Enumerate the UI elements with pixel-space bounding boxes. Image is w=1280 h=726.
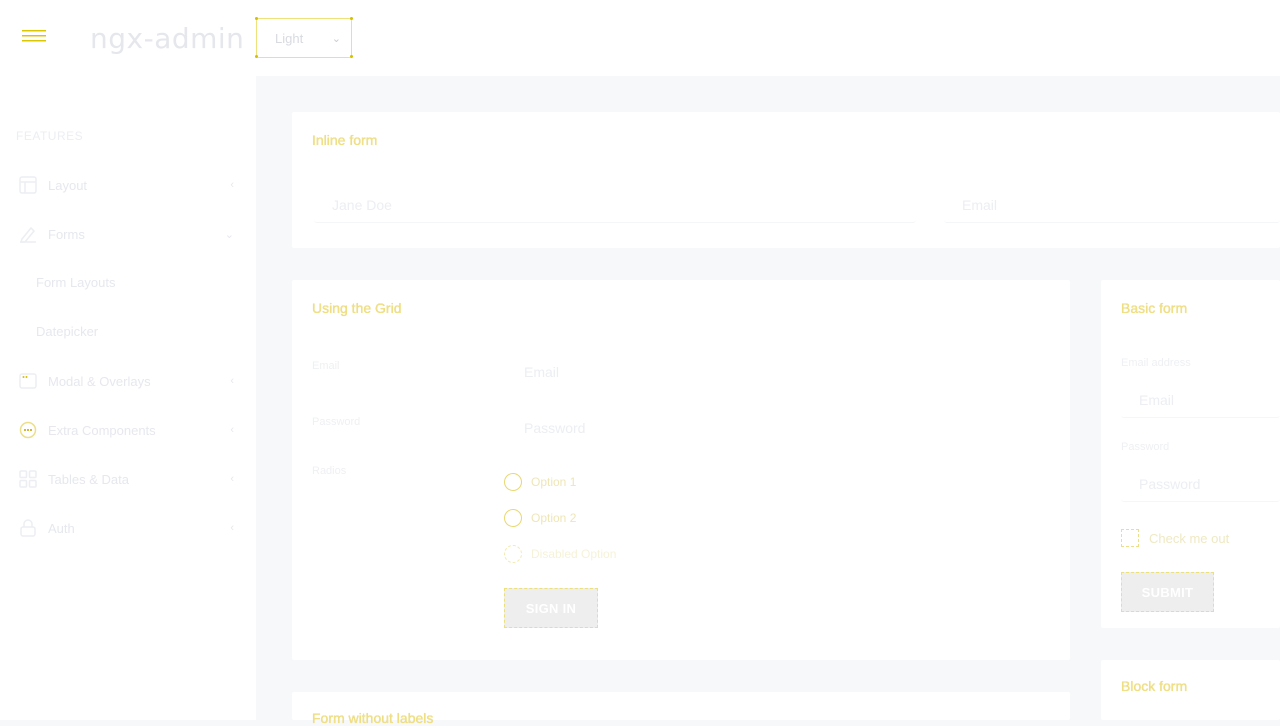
card-title: Inline form bbox=[312, 132, 378, 148]
sidebar-subitem-datepicker[interactable]: Datepicker bbox=[36, 324, 98, 339]
card-title: Using the Grid bbox=[312, 300, 402, 316]
radio-label: Disabled Option bbox=[531, 547, 617, 561]
lock-icon bbox=[18, 518, 38, 538]
checkbox-label: Check me out bbox=[1149, 530, 1230, 546]
radio-label: Option 2 bbox=[531, 511, 577, 525]
radio-circle bbox=[504, 509, 522, 527]
name-input[interactable]: Jane Doe bbox=[314, 187, 916, 223]
email-address-label: Email address bbox=[1121, 357, 1191, 369]
browser-icon bbox=[18, 371, 38, 391]
sidebar-item-layout[interactable]: Layout ‹ bbox=[0, 165, 256, 205]
focus-corner bbox=[255, 55, 258, 58]
sidebar-item-label: Forms bbox=[48, 226, 85, 242]
sidebar-item-forms[interactable]: Forms ⌄ bbox=[0, 214, 256, 254]
radios-label: Radios bbox=[312, 465, 347, 477]
menu-icon-bar bbox=[22, 35, 46, 37]
submit-button[interactable]: SUBMIT bbox=[1121, 572, 1214, 612]
sidebar-subitem-form-layouts[interactable]: Form Layouts bbox=[36, 275, 115, 290]
theme-select-value: Light bbox=[275, 30, 304, 46]
edit-icon bbox=[18, 224, 38, 244]
sidebar-item-label: Layout bbox=[48, 177, 88, 193]
sidebar-item-tables-data[interactable]: Tables & Data ‹ bbox=[0, 459, 256, 499]
email-label: Email bbox=[312, 360, 340, 372]
chevron-left-icon: ‹ bbox=[230, 424, 234, 436]
menu-toggle-button[interactable] bbox=[22, 30, 46, 46]
radio-option-2[interactable]: Option 2 bbox=[504, 509, 576, 527]
email-input[interactable]: Email bbox=[944, 187, 1280, 223]
header: ngx-admin Light ⌄ bbox=[0, 0, 1280, 76]
basic-email-input[interactable]: Email bbox=[1121, 382, 1280, 418]
grid-email-input[interactable]: Email bbox=[506, 354, 1046, 390]
chevron-left-icon: ‹ bbox=[230, 522, 234, 534]
sidebar-item-label: Modal & Overlays bbox=[48, 373, 151, 389]
focus-corner bbox=[255, 17, 258, 20]
sidebar-section-title: FEATURES bbox=[16, 129, 84, 143]
grid-password-input[interactable]: Password bbox=[506, 410, 1046, 446]
radio-circle bbox=[504, 473, 522, 491]
chevron-left-icon: ‹ bbox=[230, 179, 234, 191]
sidebar-item-modal-overlays[interactable]: Modal & Overlays ‹ bbox=[0, 361, 256, 401]
no-labels-form-card: Form without labels bbox=[292, 692, 1070, 726]
menu-icon bbox=[22, 30, 46, 32]
radio-option-1[interactable]: Option 1 bbox=[504, 473, 576, 491]
message-circle-icon bbox=[18, 420, 38, 440]
grid-form-card: Using the Grid Email Email Password Pass… bbox=[292, 280, 1070, 660]
card-title: Basic form bbox=[1121, 300, 1188, 316]
focus-corner bbox=[350, 55, 353, 58]
chevron-left-icon: ‹ bbox=[230, 473, 234, 485]
basic-password-input[interactable]: Password bbox=[1121, 466, 1280, 502]
sidebar-item-label: Auth bbox=[48, 520, 75, 536]
sidebar-item-auth[interactable]: Auth ‹ bbox=[0, 508, 256, 548]
chevron-down-icon: ⌄ bbox=[224, 228, 234, 241]
password-label: Password bbox=[1121, 441, 1170, 453]
brand-logo[interactable]: ngx-admin bbox=[90, 22, 244, 55]
layout-icon bbox=[18, 175, 38, 195]
sign-in-button[interactable]: SIGN IN bbox=[504, 588, 598, 628]
menu-icon-bar bbox=[22, 40, 46, 42]
password-label: Password bbox=[312, 416, 361, 428]
chevron-down-icon: ⌄ bbox=[331, 32, 341, 45]
radio-label: Option 1 bbox=[531, 475, 577, 489]
radio-circle bbox=[504, 545, 522, 563]
card-title: Block form bbox=[1121, 678, 1188, 694]
chevron-left-icon: ‹ bbox=[230, 375, 234, 387]
theme-select[interactable]: Light ⌄ bbox=[256, 18, 352, 58]
block-form-card: Block form bbox=[1101, 660, 1280, 720]
radio-disabled-option: Disabled Option bbox=[504, 545, 616, 563]
sidebar-item-label: Tables & Data bbox=[48, 471, 129, 487]
basic-form-card: Basic form Email address Email Password … bbox=[1101, 280, 1280, 628]
check-me-out-checkbox[interactable]: Check me out bbox=[1121, 529, 1229, 547]
grid-icon bbox=[18, 469, 38, 489]
focus-corner bbox=[350, 17, 353, 20]
sidebar-item-extra-components[interactable]: Extra Components ‹ bbox=[0, 410, 256, 450]
sidebar: FEATURES Layout ‹ Forms ⌄ Form Layouts D… bbox=[0, 76, 256, 720]
card-title: Form without labels bbox=[312, 710, 434, 726]
inline-form-card: Inline form Jane Doe Email bbox=[292, 112, 1280, 248]
checkbox-box bbox=[1121, 529, 1139, 547]
sidebar-item-label: Extra Components bbox=[48, 422, 156, 438]
